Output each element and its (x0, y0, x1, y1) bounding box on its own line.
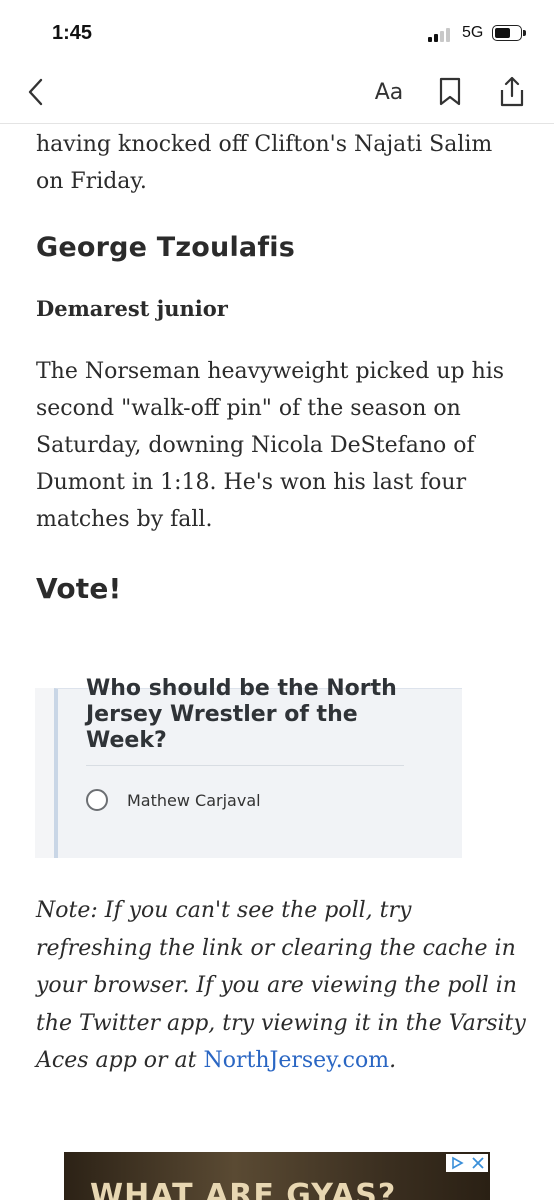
poll-note-text: Note: If you can't see the poll, try ref… (36, 898, 526, 1073)
athlete-heading: George Tzoulafis (36, 232, 296, 263)
close-icon[interactable] (471, 1156, 485, 1170)
bookmark-icon (439, 77, 461, 106)
poll-option-label: Mathew Carjaval (127, 790, 261, 810)
poll-note: Note: If you can't see the poll, try ref… (36, 892, 526, 1080)
athlete-paragraph: The Norseman heavyweight picked up his s… (36, 359, 505, 532)
text-size-button[interactable]: Aa (364, 70, 414, 114)
poll-option[interactable]: Mathew Carjaval (86, 786, 261, 814)
share-button[interactable] (490, 70, 534, 114)
athlete-subtitle: Demarest junior (36, 296, 228, 321)
ad-choices-badge[interactable] (446, 1154, 488, 1172)
radio-button[interactable] (86, 789, 108, 811)
poll-question: Who should be the North Jersey Wrestler … (86, 676, 397, 753)
share-icon (500, 76, 524, 107)
vote-heading: Vote! (36, 572, 122, 605)
network-type: 5G (462, 24, 484, 41)
bookmark-button[interactable] (430, 70, 470, 114)
advertisement-banner[interactable]: WHAT ARE GYAS? (64, 1152, 490, 1200)
northjersey-link[interactable]: NorthJersey.com (204, 1048, 390, 1073)
cellular-signal-icon (428, 26, 456, 42)
ad-headline: WHAT ARE GYAS? (90, 1178, 397, 1200)
reader-toolbar: Aa (0, 62, 554, 124)
back-button[interactable] (18, 70, 54, 114)
status-bar: 1:45 5G (0, 0, 554, 70)
chevron-left-icon (28, 78, 43, 106)
intro-paragraph: having knocked off Clifton's Najati Sali… (36, 132, 493, 194)
status-time: 1:45 (52, 22, 93, 44)
battery-icon (492, 25, 526, 41)
poll-divider (86, 765, 404, 766)
poll-note-trailing: . (389, 1048, 397, 1073)
poll-embed: Who should be the North Jersey Wrestler … (35, 645, 462, 858)
ad-choices-icon (451, 1156, 464, 1170)
